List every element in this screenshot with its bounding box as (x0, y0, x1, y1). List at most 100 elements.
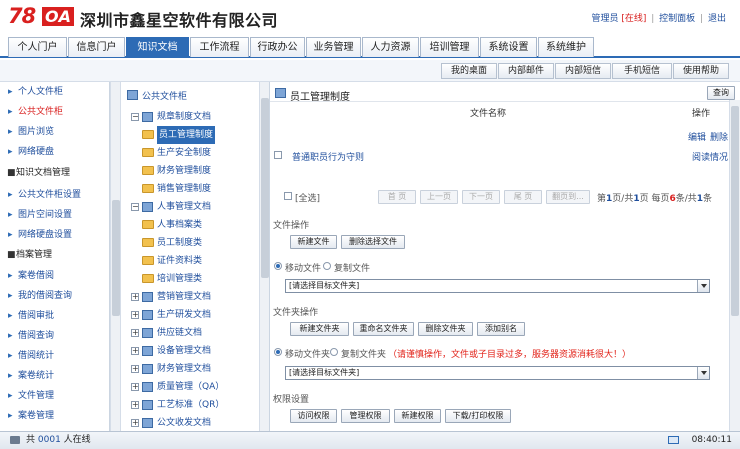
target-folder-select-file[interactable]: [请选择目标文件夹] (285, 279, 710, 293)
tree-node[interactable]: 财务管理制度 (121, 162, 259, 180)
tree-node[interactable]: + 营销管理文档 (121, 288, 259, 306)
tree-node[interactable]: 销售管理制度 (121, 180, 259, 198)
nav-tab[interactable]: 知识文档 (126, 37, 189, 57)
expand-icon[interactable]: + (131, 401, 139, 409)
expand-icon[interactable]: + (131, 365, 139, 373)
sidebar-item[interactable]: ▸ 图片浏览 (0, 123, 110, 141)
main-scrollbar[interactable] (729, 100, 740, 431)
move-file-label[interactable]: 移动文件 (285, 261, 321, 274)
folder-op-button[interactable]: 添加别名 (477, 322, 525, 336)
sidebar-item[interactable]: ▸ 借阅查询 (0, 327, 110, 345)
tree-node[interactable]: 员工制度类 (121, 234, 259, 252)
tree-node[interactable]: + 生产研发文档 (121, 306, 259, 324)
nav-tab[interactable]: 行政办公 (250, 37, 305, 57)
sidebar-item[interactable]: ▸ 文件管理 (0, 387, 110, 405)
online-status[interactable]: [在线] (621, 14, 646, 24)
select-all-checkbox[interactable] (284, 192, 292, 200)
nav-tab[interactable]: 信息门户 (68, 37, 125, 57)
nav-tab[interactable]: 工作流程 (190, 37, 249, 57)
copy-folder-radio[interactable] (330, 348, 338, 356)
search-button[interactable]: 查询 (707, 86, 735, 100)
sidebar-item[interactable]: ▸ 借阅审批 (0, 307, 110, 325)
tree-node[interactable]: 员工管理制度 (121, 126, 259, 144)
tree-root[interactable]: 公共文件柜 (127, 88, 247, 102)
sidebar-item[interactable]: ▸ 借阅统计 (0, 347, 110, 365)
permission-button[interactable]: 管理权限 (341, 409, 390, 423)
move-folder-label[interactable]: 移动文件夹 (285, 347, 330, 360)
sidebar-item[interactable]: ▸ 公共文件柜 (0, 103, 110, 121)
left-menu-scrollbar[interactable] (110, 82, 121, 431)
folder-op-button[interactable]: 重命名文件夹 (353, 322, 414, 336)
tree-node[interactable]: 生产安全制度 (121, 144, 259, 162)
collapse-icon[interactable]: − (131, 203, 139, 211)
nav-tab[interactable]: 培训管理 (420, 37, 479, 57)
sidebar-item[interactable]: ▸ 案卷管理 (0, 407, 110, 425)
folder-op-button[interactable]: 删除文件夹 (418, 322, 473, 336)
scrollbar-thumb[interactable] (731, 106, 739, 316)
tree-scrollbar[interactable] (259, 82, 269, 431)
copy-folder-label[interactable]: 复制文件夹 (341, 347, 386, 360)
tree-node[interactable]: + 财务管理文档 (121, 360, 259, 378)
permission-button[interactable]: 访问权限 (290, 409, 337, 423)
sidebar-item[interactable]: ▸ 公共文件柜设置 (0, 186, 110, 204)
tree-node[interactable]: − 人事管理文档 (121, 198, 259, 216)
folder-op-button[interactable]: 新建文件夹 (290, 322, 349, 336)
toolbar-button[interactable]: 内部短信 (555, 63, 611, 79)
expand-icon[interactable]: + (131, 293, 139, 301)
sidebar-item[interactable]: ▸ 个人文件柜 (0, 83, 110, 101)
bullet-icon: ▸ (8, 291, 13, 301)
expand-icon[interactable]: + (131, 419, 139, 427)
edit-link[interactable]: 编辑 (688, 130, 706, 143)
toolbar-button[interactable]: 我的桌面 (441, 63, 497, 79)
delete-link[interactable]: 删除 (710, 130, 728, 143)
target-folder-select-folder[interactable]: [请选择目标文件夹] (285, 366, 710, 380)
mail-icon[interactable] (668, 436, 679, 444)
read-status-link[interactable]: 阅读情况 (692, 150, 728, 163)
tree-node[interactable]: + 设备管理文档 (121, 342, 259, 360)
toolbar-button[interactable]: 内部邮件 (498, 63, 554, 79)
file-name-link[interactable]: 普通职员行为守则 (292, 150, 364, 163)
expand-icon[interactable]: + (131, 383, 139, 391)
select-all-label[interactable]: [全选] (295, 191, 320, 204)
sidebar-item[interactable]: ▸ 网络硬盘设置 (0, 226, 110, 244)
file-op-button[interactable]: 新建文件 (290, 235, 337, 249)
toolbar-button[interactable]: 手机短信 (612, 63, 672, 79)
tree-node[interactable]: 培训管理类 (121, 270, 259, 288)
nav-tab[interactable]: 系统设置 (480, 37, 537, 57)
tree-node[interactable]: + 供应链文档 (121, 324, 259, 342)
sidebar-item[interactable]: ▸ 我的借阅查询 (0, 287, 110, 305)
tree-node[interactable]: − 规章制度文档 (121, 108, 259, 126)
copy-file-radio[interactable] (323, 262, 331, 270)
nav-tab[interactable]: 业务管理 (306, 37, 361, 57)
sidebar-item[interactable]: ▸ 案卷统计 (0, 367, 110, 385)
online-users[interactable]: 共 0001 人在线 (26, 432, 91, 448)
sidebar-item[interactable]: ▸ 网络硬盘 (0, 143, 110, 161)
control-panel-link[interactable]: 控制面板 (659, 14, 695, 24)
file-op-button[interactable]: 删除选择文件 (341, 235, 405, 249)
file-checkbox[interactable] (274, 151, 282, 159)
move-folder-radio[interactable] (274, 348, 282, 356)
user-role[interactable]: 管理员 (591, 14, 618, 24)
sidebar-item[interactable]: ▸ 图片空间设置 (0, 206, 110, 224)
logout-link[interactable]: 退出 (708, 14, 726, 24)
move-file-radio[interactable] (274, 262, 282, 270)
scrollbar-thumb[interactable] (261, 98, 269, 278)
scrollbar-thumb[interactable] (112, 200, 120, 316)
collapse-icon[interactable]: − (131, 113, 139, 121)
nav-tab[interactable]: 人力资源 (362, 37, 419, 57)
permission-button[interactable]: 新建权限 (394, 409, 441, 423)
nav-tab[interactable]: 系统维护 (538, 37, 594, 57)
tree-node[interactable]: + 公文收发文档 (121, 414, 259, 431)
tree-node[interactable]: 证件资料类 (121, 252, 259, 270)
tree-node[interactable]: + 质量管理（QA） (121, 378, 259, 396)
expand-icon[interactable]: + (131, 311, 139, 319)
nav-tab[interactable]: 个人门户 (8, 37, 67, 57)
expand-icon[interactable]: + (131, 347, 139, 355)
sidebar-item[interactable]: ▸ 案卷借阅 (0, 267, 110, 285)
copy-file-label[interactable]: 复制文件 (334, 261, 370, 274)
tree-node[interactable]: 人事档案类 (121, 216, 259, 234)
toolbar-button[interactable]: 使用帮助 (673, 63, 729, 79)
permission-button[interactable]: 下载/打印权限 (445, 409, 511, 423)
expand-icon[interactable]: + (131, 329, 139, 337)
tree-node[interactable]: + 工艺标准（QR） (121, 396, 259, 414)
